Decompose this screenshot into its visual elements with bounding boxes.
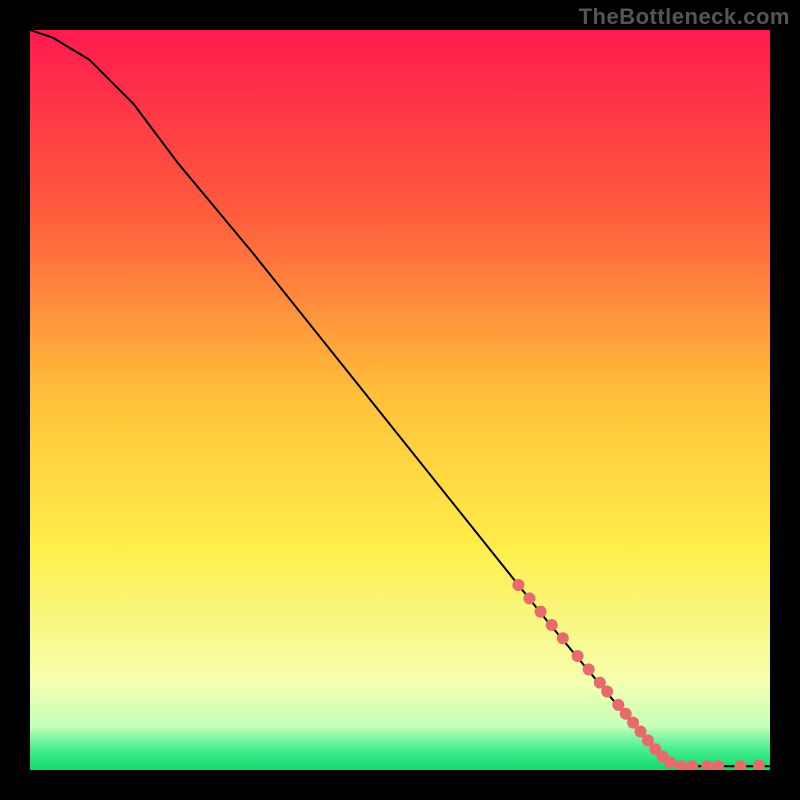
marker-dot	[572, 650, 584, 662]
watermark-text: TheBottleneck.com	[579, 4, 790, 30]
marker-dot	[524, 592, 536, 604]
marker-dot	[583, 663, 595, 675]
marker-dot	[601, 686, 613, 698]
marker-dot	[535, 606, 547, 618]
marker-dot	[664, 757, 676, 769]
marker-dot	[557, 632, 569, 644]
marker-dot	[512, 579, 524, 591]
chart-plot	[30, 30, 770, 770]
chart-background	[30, 30, 770, 770]
chart-frame: TheBottleneck.com	[0, 0, 800, 800]
chart-svg	[30, 30, 770, 770]
marker-dot	[546, 619, 558, 631]
